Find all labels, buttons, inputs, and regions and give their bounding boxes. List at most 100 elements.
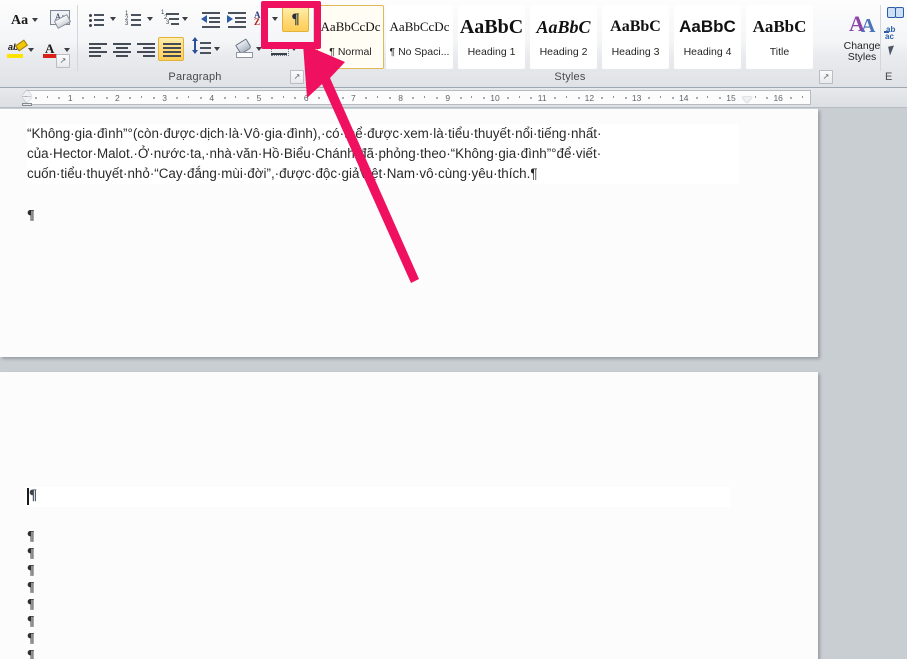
style-item-normal[interactable]: AaBbCcDc ¶ Normal xyxy=(317,5,384,69)
borders-button[interactable] xyxy=(268,38,290,60)
paragraph-mark: ¶ xyxy=(27,648,35,659)
ruler-tick xyxy=(766,97,769,99)
ruler-tick xyxy=(129,97,132,99)
bullets-button[interactable] xyxy=(85,8,107,30)
numbering-dropdown[interactable] xyxy=(144,12,156,26)
multilevel-list-button[interactable]: 1 2 3 xyxy=(159,8,181,30)
ruler-number: 2 xyxy=(115,93,120,103)
chevron-down-icon xyxy=(147,17,153,21)
find-button[interactable] xyxy=(883,3,905,21)
chevron-down-icon xyxy=(291,47,297,51)
chevron-down-icon xyxy=(256,47,262,51)
ruler-tick xyxy=(282,96,284,98)
sort-dropdown[interactable] xyxy=(270,13,280,25)
ruler-tick xyxy=(801,96,803,98)
multilevel-list-icon: 1 2 3 xyxy=(160,9,180,29)
numbering-button[interactable]: 1 2 3 xyxy=(122,8,144,30)
paragraph-block[interactable]: “Không·gia·đình”°(còn·được·dịch·là·Vô·gi… xyxy=(27,124,739,184)
ruler-number: 4 xyxy=(209,93,215,103)
clear-formatting-button[interactable]: Aa xyxy=(46,7,72,31)
style-label: Heading 3 xyxy=(611,46,660,58)
styles-group-label: Styles xyxy=(554,71,586,83)
document-page-1[interactable]: “Không·gia·đình”°(còn·được·dịch·là·Vô·gi… xyxy=(0,109,818,357)
document-canvas[interactable]: “Không·gia·đình”°(còn·được·dịch·là·Vô·gi… xyxy=(0,109,907,659)
style-item-heading-3[interactable]: AaBbC Heading 3 xyxy=(602,5,669,69)
ruler-number: 14 xyxy=(679,93,689,103)
style-item-no-spacing[interactable]: AaBbCcDc ¶ No Spaci... xyxy=(386,5,453,69)
style-label: ¶ Normal xyxy=(329,46,372,58)
ruler-tick xyxy=(459,97,462,99)
chevron-down-icon xyxy=(64,48,70,52)
change-case-label: Aa xyxy=(11,13,29,28)
chevron-down-icon xyxy=(182,17,188,21)
paragraph-mark: ¶ xyxy=(27,631,35,646)
sort-button[interactable]: AZ xyxy=(251,8,271,30)
style-preview: AaBbCcDc xyxy=(389,19,450,34)
ruler-tick xyxy=(105,97,108,99)
horizontal-ruler[interactable]: 1 2 3 4 5 6 7 8 9 10 11 12 13 14 15 16 xyxy=(0,88,907,108)
document-page-2[interactable]: ¶ ¶ ¶ ¶ ¶ ¶ ¶ ¶ ¶ xyxy=(0,372,818,659)
increase-indent-button[interactable] xyxy=(224,8,248,30)
ruler-tick xyxy=(377,96,378,98)
font-dialog-launcher[interactable]: ↗ xyxy=(56,54,70,68)
line-spacing-dropdown[interactable] xyxy=(212,43,222,55)
ruler-number: 13 xyxy=(631,93,642,103)
borders-icon xyxy=(269,39,289,59)
pilcrow-icon: ¶ xyxy=(291,10,300,27)
ruler-tick xyxy=(554,97,556,99)
cursor-line[interactable]: ¶ xyxy=(25,487,730,507)
justify-button[interactable] xyxy=(158,37,184,61)
ruler-tick xyxy=(188,96,190,98)
ruler-number: 10 xyxy=(490,93,500,103)
decrease-indent-icon xyxy=(199,9,221,29)
ruler-number: 9 xyxy=(445,93,451,103)
ruler-tick xyxy=(247,97,250,99)
ruler-tick xyxy=(329,96,331,98)
change-case-button[interactable]: Aa xyxy=(6,8,40,32)
line-spacing-button[interactable] xyxy=(191,37,213,60)
ruler-tick xyxy=(707,96,709,98)
ruler-track[interactable]: 1 2 3 4 5 6 7 8 9 10 11 12 13 14 15 16 xyxy=(26,90,811,105)
styles-group: AaBbCcDc ¶ Normal AaBbCcDc ¶ No Spaci...… xyxy=(314,0,880,88)
first-line-indent-marker[interactable] xyxy=(22,90,32,96)
document-line: “Không·gia·đình”°(còn·được·dịch·là·Vô·gi… xyxy=(27,126,602,141)
ruler-tick xyxy=(388,97,391,99)
ruler-tick xyxy=(365,97,368,99)
cursor-paragraph-mark: ¶ xyxy=(29,487,38,503)
paragraph-mark: ¶ xyxy=(27,546,35,561)
font-group: Aa Aa ab A ↗ xyxy=(0,0,76,88)
ruler-tick xyxy=(672,97,674,99)
numbered-list-icon: 1 2 3 xyxy=(123,9,143,29)
style-item-heading-4[interactable]: AaBbC Heading 4 xyxy=(674,5,741,69)
decrease-indent-button[interactable] xyxy=(198,8,222,30)
align-center-button[interactable] xyxy=(109,38,133,60)
align-right-icon xyxy=(134,39,156,59)
shading-button[interactable] xyxy=(233,38,255,60)
style-label: ¶ No Spaci... xyxy=(389,46,450,58)
ruler-tick xyxy=(270,97,273,99)
bullets-dropdown[interactable] xyxy=(107,12,119,26)
ruler-tick xyxy=(506,97,509,99)
paragraph-dialog-launcher[interactable]: ↗ xyxy=(290,70,304,84)
style-preview: AaBbC xyxy=(610,18,661,35)
select-button[interactable] xyxy=(883,43,905,61)
align-right-button[interactable] xyxy=(133,38,157,60)
borders-dropdown[interactable] xyxy=(289,43,299,55)
show-hide-marks-button[interactable]: ¶ xyxy=(282,6,309,32)
text-highlight-color-button[interactable]: ab xyxy=(4,38,36,62)
ruler-tick xyxy=(719,97,722,99)
style-item-heading-1[interactable]: AaBbC Heading 1 xyxy=(458,5,525,69)
align-left-button[interactable] xyxy=(85,38,109,60)
right-indent-marker[interactable] xyxy=(742,97,752,103)
style-item-title[interactable]: AaBbC Title xyxy=(746,5,813,69)
ruler-number: 12 xyxy=(584,93,595,103)
shading-dropdown[interactable] xyxy=(254,43,264,55)
multilevel-list-dropdown[interactable] xyxy=(179,12,191,26)
ruler-tick xyxy=(436,97,438,99)
styles-dialog-launcher[interactable]: ↗ xyxy=(819,70,833,84)
left-indent-marker[interactable] xyxy=(22,103,32,106)
replace-button[interactable]: ab ac xyxy=(883,23,905,41)
ruler-tick xyxy=(152,97,155,99)
ruler-number: 15 xyxy=(726,93,736,103)
style-item-heading-2[interactable]: AaBbC Heading 2 xyxy=(530,5,597,69)
